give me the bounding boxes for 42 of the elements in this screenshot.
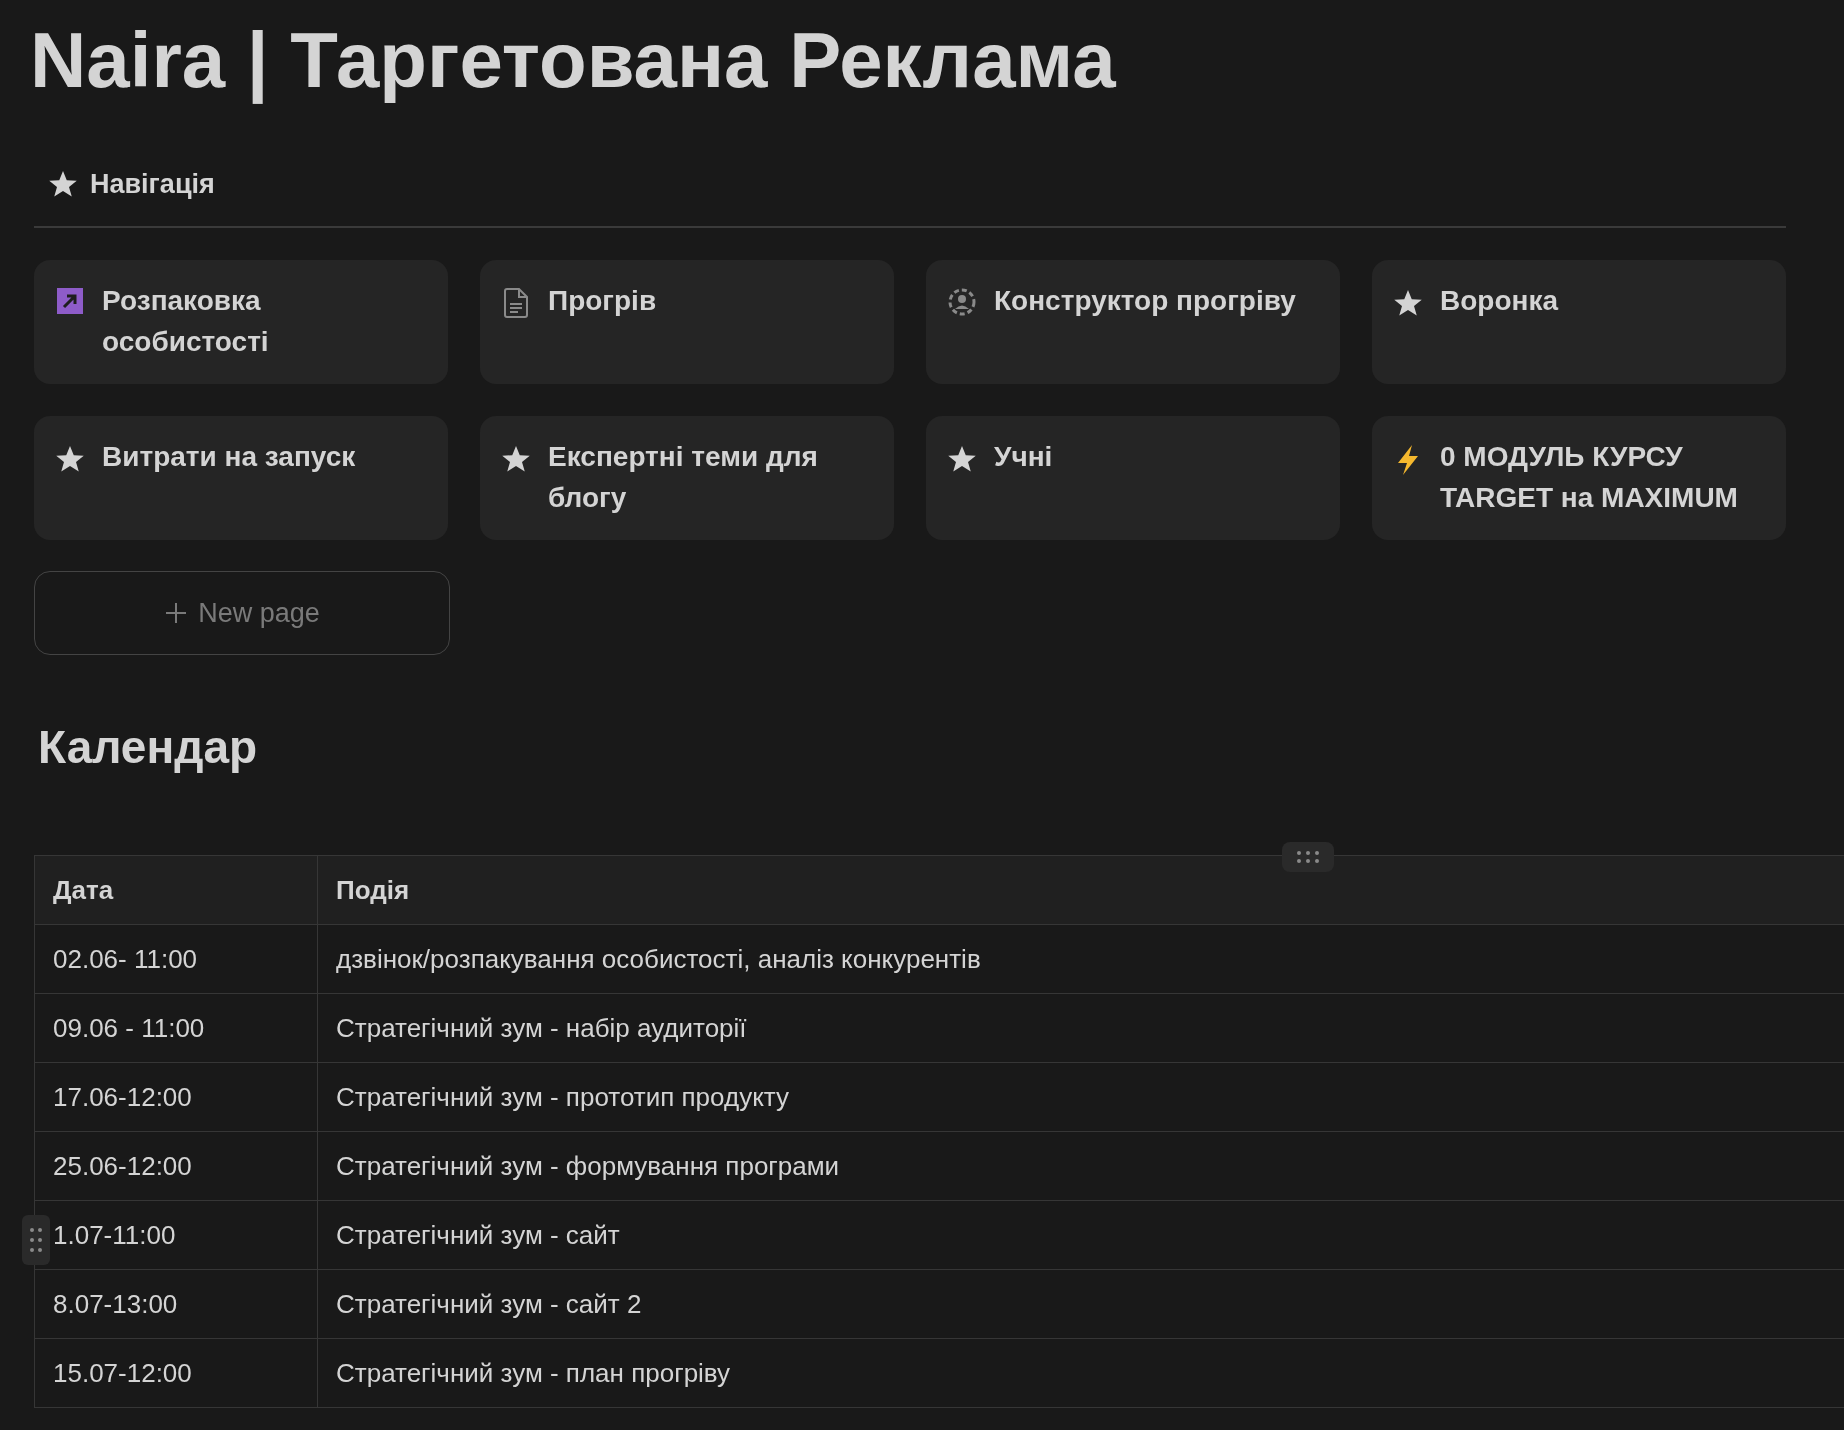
page-card-title: Витрати на запуск xyxy=(102,440,356,474)
page-card-title: Експертні теми для блогу xyxy=(548,440,819,515)
page-card[interactable]: 0 МОДУЛЬ КУРСУ TARGET на MAXIMUM xyxy=(1372,416,1786,540)
page-card-title: 0 МОДУЛЬ КУРСУ TARGET на MAXIMUM xyxy=(1440,440,1739,515)
page-card-title: Конструктор прогріву xyxy=(994,284,1296,318)
document-icon xyxy=(503,288,529,318)
arrow-square-icon xyxy=(57,288,83,314)
table-cell: 02.06- 11:00 xyxy=(34,924,318,994)
column-header: Дата xyxy=(34,855,318,925)
star-icon xyxy=(48,169,78,199)
table-cell: 09.06 - 11:00 xyxy=(34,993,318,1063)
person-circle-icon xyxy=(948,288,976,316)
page-card[interactable]: Конструктор прогріву xyxy=(926,260,1340,384)
table-cell: 25.06-12:00 xyxy=(34,1131,318,1201)
drag-handle[interactable] xyxy=(1282,842,1334,872)
lightning-icon xyxy=(1395,444,1421,476)
page-card[interactable]: Експертні теми для блогу xyxy=(480,416,894,540)
page-card[interactable]: Розпаковка особистості xyxy=(34,260,448,384)
page-card-title: Прогрів xyxy=(548,284,657,318)
table-cell: 15.07-12:00 xyxy=(34,1338,318,1408)
page-card-title: Розпаковка особистості xyxy=(102,284,270,359)
new-page-button[interactable]: New page xyxy=(34,571,450,655)
page-card[interactable]: Учні xyxy=(926,416,1340,540)
page-card[interactable]: Витрати на запуск xyxy=(34,416,448,540)
section-heading: Навігація xyxy=(90,168,215,200)
grip-icon xyxy=(29,1226,43,1254)
table-cell: 17.06-12:00 xyxy=(34,1062,318,1132)
page-title: Naira | Таргетована Реклама xyxy=(30,15,1117,106)
page-card-title: Учні xyxy=(994,440,1053,474)
star-icon xyxy=(947,444,977,474)
column-header: Подія xyxy=(317,855,1844,925)
section-heading: Календар xyxy=(38,720,259,775)
table-cell: 8.07-13:00 xyxy=(34,1269,318,1339)
star-icon xyxy=(501,444,531,474)
page-card-title: Воронка xyxy=(1440,284,1559,318)
drag-handle[interactable] xyxy=(22,1215,50,1265)
page-card[interactable]: Прогрів xyxy=(480,260,894,384)
star-icon xyxy=(55,444,85,474)
plus-icon xyxy=(164,601,189,625)
star-icon xyxy=(1393,288,1423,318)
page-card[interactable]: Воронка xyxy=(1372,260,1786,384)
grip-icon xyxy=(1295,850,1321,864)
